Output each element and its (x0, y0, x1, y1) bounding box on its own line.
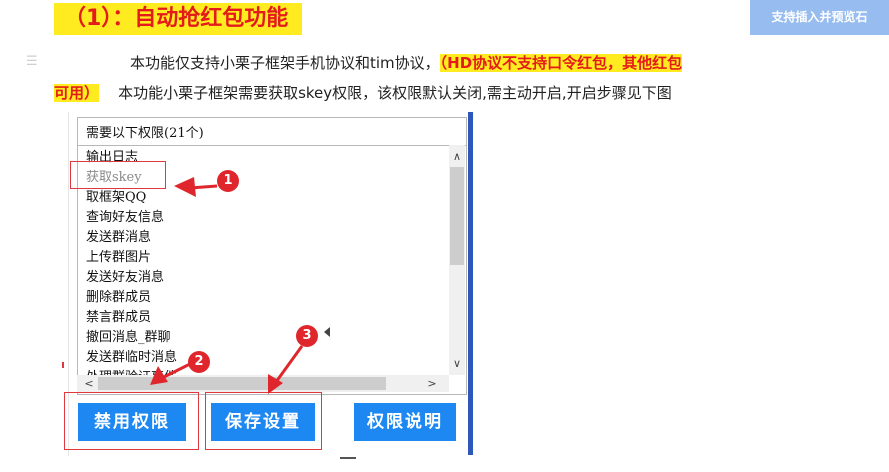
step-badge-2: 2 (188, 351, 210, 373)
annotation-arrows (150, 177, 304, 394)
divider (340, 457, 356, 459)
step-badge-1: 1 (217, 170, 239, 192)
step-badge-3: 3 (296, 325, 318, 347)
red-mark (62, 362, 64, 368)
caret-left-icon (324, 327, 330, 337)
